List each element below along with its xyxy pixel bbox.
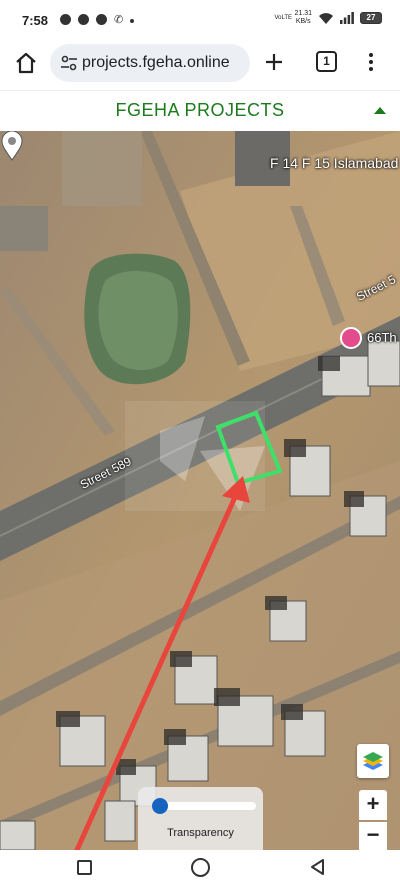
url-text[interactable]: projects.fgeha.online xyxy=(82,54,230,72)
battery-icon: 27 xyxy=(360,12,382,24)
pond-water xyxy=(98,271,178,371)
tabs-icon[interactable]: 1 xyxy=(316,51,337,72)
transparency-panel: Transparency xyxy=(138,787,263,850)
messenger-icon xyxy=(60,14,71,25)
status-right: VoLTE 21.31 KB/s 27 xyxy=(274,10,382,26)
transparency-slider[interactable] xyxy=(152,798,256,814)
browser-toolbar: projects.fgeha.online 1 xyxy=(0,40,400,90)
address-bar[interactable]: projects.fgeha.online xyxy=(50,44,250,82)
satellite-map[interactable]: F 14 F 15 Islamabad Street 589 Street 5 … xyxy=(0,131,400,850)
system-nav-bar xyxy=(0,850,400,888)
page-title: FGEHA PROJECTS xyxy=(115,100,285,120)
site-settings-icon[interactable] xyxy=(60,55,78,71)
layers-button[interactable] xyxy=(357,744,389,778)
new-tab-icon[interactable] xyxy=(262,50,286,74)
slider-thumb[interactable] xyxy=(152,798,168,814)
wifi-icon xyxy=(319,12,333,24)
status-time: 7:58 xyxy=(22,13,49,28)
home-circle-icon[interactable] xyxy=(191,858,210,877)
speed-value: 21.31 xyxy=(294,10,312,17)
status-bar: 7:58 ✆ VoLTE 21.31 KB/s 27 xyxy=(0,0,400,40)
zoom-out-button[interactable]: − xyxy=(359,822,387,850)
page-header: FGEHA PROJECTS xyxy=(0,90,400,131)
collapse-arrow-icon[interactable] xyxy=(374,107,386,114)
back-icon[interactable] xyxy=(310,859,324,875)
volte-indicator: VoLTE xyxy=(274,14,293,21)
more-notifications-icon xyxy=(130,19,135,23)
home-icon[interactable] xyxy=(14,51,38,75)
transparency-label: Transparency xyxy=(167,827,234,839)
notification-icons: ✆ xyxy=(60,13,135,26)
network-speed: 21.31 KB/s xyxy=(294,10,312,26)
message-icon xyxy=(96,14,107,25)
hotel-poi-icon[interactable] xyxy=(340,327,362,349)
building xyxy=(0,206,48,251)
recents-icon[interactable] xyxy=(77,860,92,875)
chat-icon xyxy=(78,14,89,25)
phone-icon: ✆ xyxy=(114,14,124,26)
overflow-menu-icon[interactable] xyxy=(368,52,374,72)
poi-label[interactable]: 66Th xyxy=(367,330,397,345)
signal-icon xyxy=(340,12,354,24)
building xyxy=(62,131,142,206)
layers-icon xyxy=(363,752,383,770)
map-imagery xyxy=(0,131,400,850)
zoom-in-button[interactable]: + xyxy=(359,790,387,820)
location-pin-icon xyxy=(1,131,23,161)
speed-unit: KB/s xyxy=(295,18,311,25)
sector-label: F 14 F 15 Islamabad xyxy=(270,155,399,171)
